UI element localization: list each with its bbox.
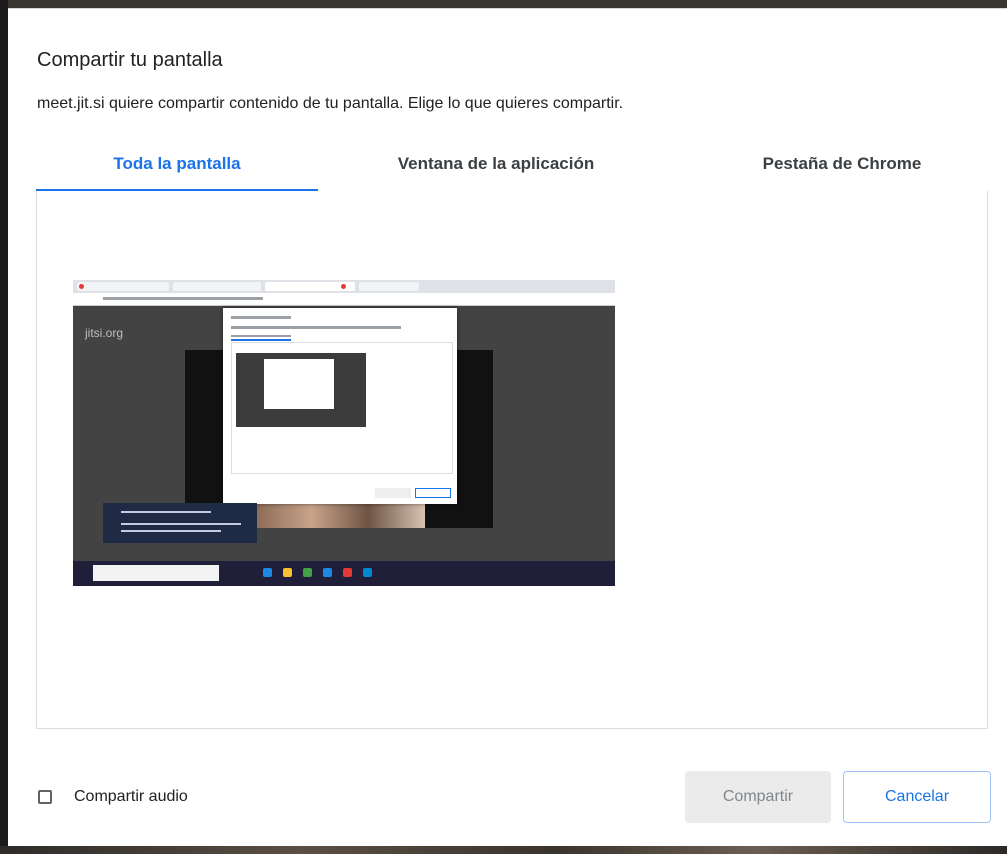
thumb-nested-preview <box>231 342 453 474</box>
thumb-taskbar <box>73 561 615 586</box>
thumb-nested-screen <box>236 353 366 427</box>
share-audio-checkbox[interactable] <box>38 790 52 804</box>
share-button[interactable]: Compartir <box>685 771 831 823</box>
tab-application-window[interactable]: Ventana de la aplicación <box>351 147 641 189</box>
thumb-line <box>231 335 291 337</box>
thumb-taskbar-icon <box>263 568 272 577</box>
share-audio-option[interactable]: Compartir audio <box>38 788 188 806</box>
thumb-taskbar-icon <box>323 568 332 577</box>
thumb-line <box>121 511 211 513</box>
thumb-favicon <box>79 284 84 289</box>
thumb-line <box>231 326 401 329</box>
thumb-notification <box>103 503 257 543</box>
thumb-cancel-button <box>415 488 451 498</box>
tab-chrome-tab[interactable]: Pestaña de Chrome <box>696 147 988 189</box>
thumb-taskbar-search <box>93 565 219 581</box>
source-tabs: Toda la pantalla Ventana de la aplicació… <box>36 147 988 192</box>
thumb-line <box>231 316 291 319</box>
thumb-tab <box>359 282 419 291</box>
thumb-taskbar-icon <box>343 568 352 577</box>
thumb-taskbar-icon <box>363 568 372 577</box>
thumb-nested-window <box>264 359 334 409</box>
thumb-nested-dialog <box>223 308 457 504</box>
thumb-line <box>121 530 221 532</box>
dialog-title: Compartir tu pantalla <box>37 49 223 71</box>
thumb-taskbar-icon <box>303 568 312 577</box>
thumb-address-bar <box>73 293 615 306</box>
background-edge <box>0 0 8 854</box>
thumb-line <box>121 523 241 525</box>
thumb-tab <box>173 282 261 291</box>
screen-share-dialog: Compartir tu pantalla meet.jit.si quiere… <box>8 8 1007 846</box>
thumb-taskbar-icon <box>283 568 292 577</box>
thumb-record-icon <box>341 284 346 289</box>
tab-entire-screen[interactable]: Toda la pantalla <box>36 147 318 192</box>
share-audio-label: Compartir audio <box>74 788 188 805</box>
thumb-active-tab <box>231 339 291 341</box>
thumb-meeting-view: jitsi.org <box>73 306 615 586</box>
dialog-subtitle: meet.jit.si quiere compartir contenido d… <box>37 95 624 112</box>
thumb-browser-tabs <box>73 280 615 293</box>
preview-area: jitsi.org <box>36 191 988 729</box>
screen-thumbnail[interactable]: jitsi.org <box>73 280 615 586</box>
background-strip <box>0 846 1007 854</box>
thumb-jitsi-logo: jitsi.org <box>85 326 124 340</box>
thumb-url <box>103 297 263 300</box>
thumb-tab <box>77 282 169 291</box>
thumb-share-button <box>375 488 411 498</box>
cancel-button[interactable]: Cancelar <box>843 771 991 823</box>
